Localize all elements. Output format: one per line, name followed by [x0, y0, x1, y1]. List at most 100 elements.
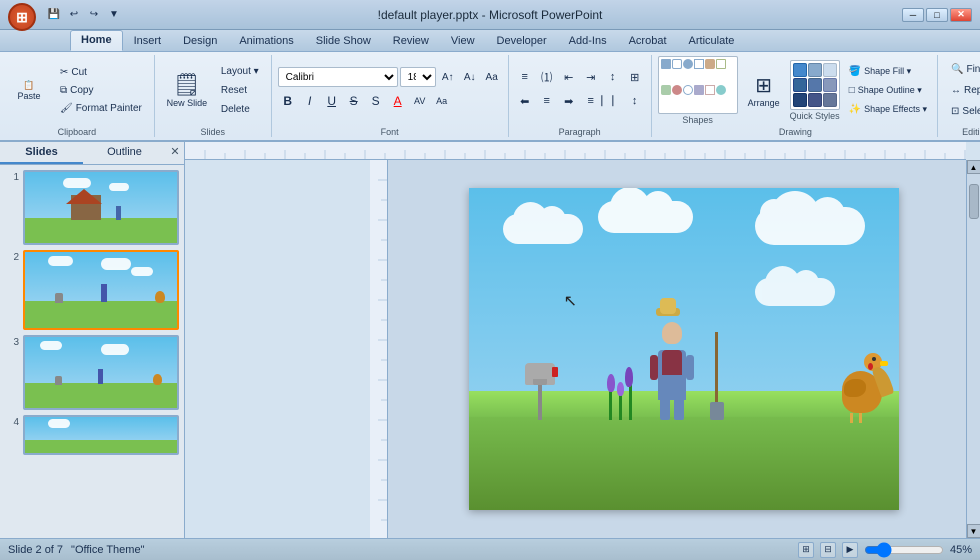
font-size-select[interactable]: 18 [400, 67, 436, 87]
tab-home[interactable]: Home [70, 30, 123, 51]
underline-button[interactable]: U [322, 91, 342, 111]
qs-item[interactable] [823, 78, 837, 92]
slide-thumb-1[interactable]: 1 [5, 170, 179, 245]
view-normal-button[interactable]: ⊞ [798, 542, 814, 558]
shape-fill-button[interactable]: 🪣 Shape Fill ▾ [843, 63, 933, 80]
italic-button[interactable]: I [300, 91, 320, 111]
slide-thumb-4[interactable]: 4 [5, 415, 179, 455]
format-painter-button[interactable]: 🖌 Format Painter [54, 100, 148, 117]
tab-addins[interactable]: Add-Ins [558, 31, 618, 51]
align-left-button[interactable]: ⬅ [515, 91, 535, 111]
close-panel-button[interactable]: ✕ [166, 142, 184, 164]
slide-image-1[interactable] [23, 170, 179, 245]
slide-image-2[interactable] [23, 250, 179, 330]
vertical-scrollbar[interactable]: ▲ ▼ [966, 160, 980, 538]
quick-access-dropdown[interactable]: ▼ [105, 5, 123, 23]
shape-item[interactable] [683, 85, 693, 95]
maximize-button[interactable]: □ [926, 8, 948, 22]
delete-button[interactable]: Delete [215, 101, 265, 118]
font-name-select[interactable]: Calibri [278, 67, 398, 87]
outline-tab[interactable]: Outline [83, 142, 166, 164]
tab-review[interactable]: Review [382, 31, 440, 51]
shape-effects-button[interactable]: ✨ Shape Effects ▾ [843, 101, 933, 118]
decrease-font-button[interactable]: A↓ [460, 67, 480, 87]
shape-item[interactable] [661, 59, 671, 69]
tab-design[interactable]: Design [172, 31, 228, 51]
line-spacing-button[interactable]: ↕ [625, 91, 645, 111]
tab-developer[interactable]: Developer [486, 31, 558, 51]
increase-indent-button[interactable]: ⇥ [581, 67, 601, 87]
shape-item[interactable] [672, 59, 682, 69]
qs-item[interactable] [793, 63, 807, 77]
slide-thumb-2[interactable]: 2 [5, 250, 179, 330]
shape-item[interactable] [694, 59, 704, 69]
qs-item[interactable] [823, 63, 837, 77]
scroll-up-arrow[interactable]: ▲ [967, 160, 980, 174]
tab-animations[interactable]: Animations [228, 31, 304, 51]
character-spacing-button[interactable]: AV [410, 91, 430, 111]
scroll-thumb[interactable] [969, 184, 979, 219]
shape-outline-button[interactable]: □ Shape Outline ▾ [843, 82, 933, 99]
office-button[interactable]: ⊞ [8, 3, 36, 31]
undo-button[interactable]: ↩ [65, 5, 83, 23]
shape-item[interactable] [716, 59, 726, 69]
clear-format-button[interactable]: Aa [482, 67, 502, 87]
shape-item[interactable] [705, 59, 715, 69]
change-case-button[interactable]: Aa [432, 91, 452, 111]
tab-insert[interactable]: Insert [123, 31, 173, 51]
shape-item[interactable] [672, 85, 682, 95]
view-slide-sorter-button[interactable]: ⊟ [820, 542, 836, 558]
shape-item[interactable] [705, 85, 715, 95]
shape-item[interactable] [716, 85, 726, 95]
qs-item[interactable] [808, 93, 822, 107]
tab-acrobat[interactable]: Acrobat [618, 31, 678, 51]
text-direction-button[interactable]: ↕ [603, 67, 623, 87]
close-button[interactable]: ✕ [950, 8, 972, 22]
find-button[interactable]: 🔍 Find [944, 60, 980, 79]
align-center-button[interactable]: ≡ [537, 91, 557, 111]
new-slide-button[interactable]: 🗒 New Slide [161, 60, 213, 120]
bold-button[interactable]: B [278, 91, 298, 111]
reset-button[interactable]: Reset [215, 82, 265, 99]
copy-button[interactable]: ⧉ Copy [54, 82, 148, 99]
justify-button[interactable]: ≡ [581, 91, 601, 111]
view-slideshow-button[interactable]: ▶ [842, 542, 858, 558]
increase-font-button[interactable]: A↑ [438, 67, 458, 87]
columns-button[interactable]: ⎸⎸ [603, 91, 623, 111]
strikethrough-button[interactable]: S [344, 91, 364, 111]
layout-button[interactable]: Layout ▾ [215, 63, 265, 80]
slide-thumb-3[interactable]: 3 [5, 335, 179, 410]
save-button[interactable]: 💾 [45, 5, 63, 23]
scroll-down-arrow[interactable]: ▼ [967, 524, 980, 538]
slide-image-3[interactable] [23, 335, 179, 410]
qs-item[interactable] [823, 93, 837, 107]
slides-tab[interactable]: Slides [0, 142, 83, 164]
shape-item[interactable] [661, 85, 671, 95]
qs-item[interactable] [793, 93, 807, 107]
decrease-indent-button[interactable]: ⇤ [559, 67, 579, 87]
redo-button[interactable]: ↪ [85, 5, 103, 23]
numbered-list-button[interactable]: ⑴ [537, 67, 557, 87]
qs-item[interactable] [808, 63, 822, 77]
replace-button[interactable]: ↔ Replace [944, 81, 980, 100]
tab-articulate[interactable]: Articulate [678, 31, 746, 51]
tab-view[interactable]: View [440, 31, 486, 51]
bullet-list-button[interactable]: ≡ [515, 67, 535, 87]
qs-item[interactable] [793, 78, 807, 92]
shape-item[interactable] [694, 85, 704, 95]
shadow-button[interactable]: S [366, 91, 386, 111]
minimize-button[interactable]: ─ [902, 8, 924, 22]
cut-button[interactable]: ✂ Cut [54, 64, 148, 81]
qs-item[interactable] [808, 78, 822, 92]
select-button[interactable]: ⊡ Select ▾ [944, 102, 980, 121]
zoom-slider[interactable] [864, 543, 944, 557]
arrange-button[interactable]: ⊞ Arrange [741, 60, 787, 120]
slide-canvas[interactable]: ↖ [469, 188, 899, 510]
slide-image-4[interactable] [23, 415, 179, 455]
align-right-button[interactable]: ➡ [559, 91, 579, 111]
paste-button[interactable]: 📋 Paste [6, 60, 52, 120]
shape-item[interactable] [683, 59, 693, 69]
text-color-button[interactable]: A [388, 91, 408, 111]
tab-slideshow[interactable]: Slide Show [305, 31, 382, 51]
convert-to-smartart-button[interactable]: ⊞ [625, 67, 645, 87]
